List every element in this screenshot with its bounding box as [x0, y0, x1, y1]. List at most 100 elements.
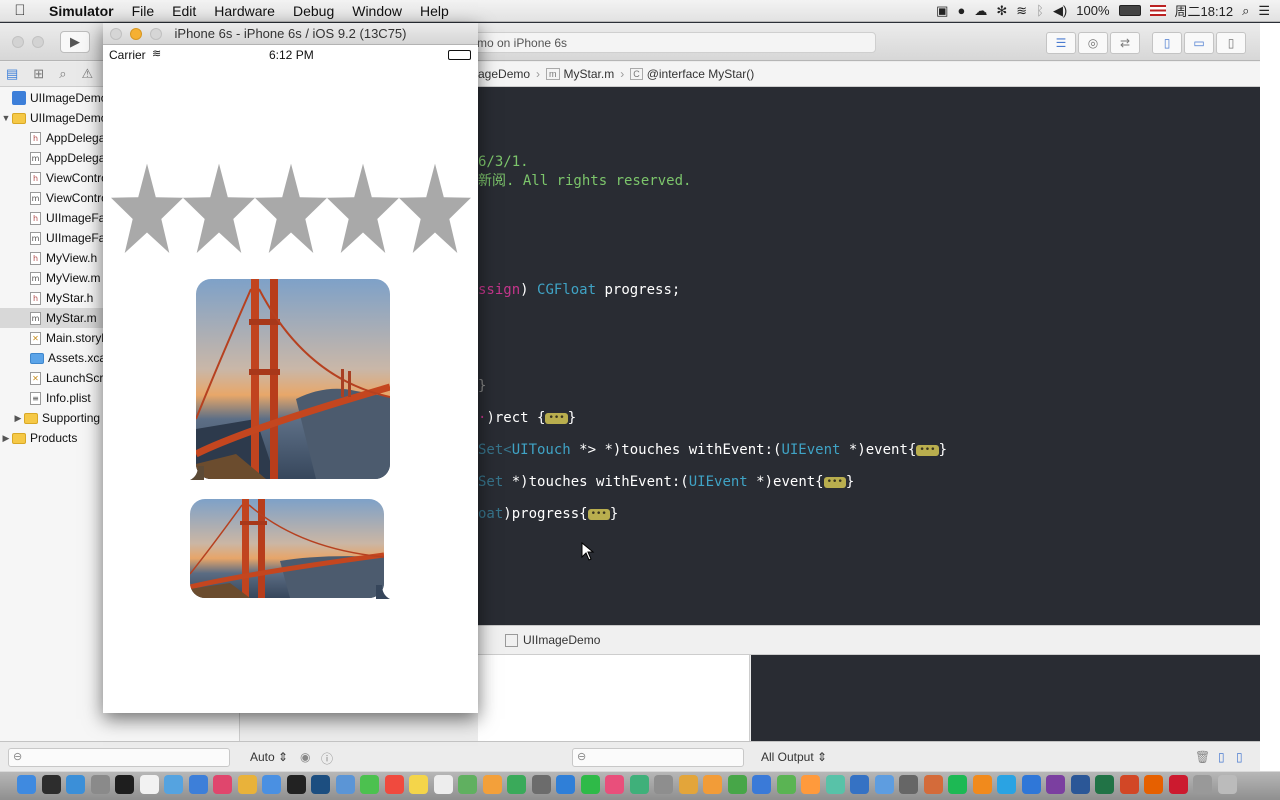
toggle-navigator-button[interactable]: ▯ [1152, 32, 1182, 54]
zoom-window-button[interactable] [150, 28, 162, 40]
split-left-icon[interactable]: ▯ [1218, 750, 1225, 764]
menu-debug[interactable]: Debug [284, 3, 343, 19]
trash-icon[interactable]: 🗑 [1195, 750, 1210, 764]
calculator-icon[interactable] [1193, 775, 1212, 794]
console-output-select[interactable]: All Output ⇕ [761, 750, 827, 764]
standard-editor-button[interactable]: ☰ [1046, 32, 1076, 54]
wechat-icon[interactable] [580, 775, 600, 794]
toggle-debug-area-button[interactable]: ▭ [1184, 32, 1214, 54]
toggle-utilities-button[interactable]: ▯ [1216, 32, 1246, 54]
dropbox-icon[interactable] [1021, 775, 1041, 794]
project-navigator-icon[interactable]: ▤ [6, 66, 18, 82]
sketch-icon[interactable] [678, 775, 698, 794]
appstore-icon[interactable] [188, 775, 208, 794]
sourcetree-icon[interactable] [850, 775, 869, 794]
menu-clock[interactable]: 周二18:12 [1175, 1, 1234, 20]
messages-icon[interactable] [360, 775, 379, 794]
star-icon[interactable] [111, 163, 184, 253]
battery-icon[interactable] [1118, 5, 1141, 16]
sublime-icon[interactable] [801, 775, 820, 794]
excel-icon[interactable] [1095, 775, 1114, 794]
close-window-button[interactable] [110, 28, 122, 40]
split-right-icon[interactable]: ▯ [1236, 750, 1243, 764]
spotlight-icon[interactable]: ⌕ [1242, 3, 1249, 19]
music-icon[interactable] [605, 775, 624, 794]
spotify-icon[interactable] [948, 775, 967, 794]
notification-center-icon[interactable]: ☰ [1258, 3, 1270, 19]
menu-window[interactable]: Window [343, 3, 411, 19]
star-icon[interactable] [182, 163, 256, 253]
notes-icon[interactable] [409, 775, 428, 794]
numbers-icon[interactable] [727, 775, 747, 794]
terminal-icon[interactable] [115, 775, 134, 794]
chrome-icon[interactable] [237, 775, 257, 794]
opera-icon[interactable] [1168, 775, 1188, 794]
keynote-icon[interactable] [752, 775, 771, 794]
code-fold-marker[interactable]: ••• [587, 508, 610, 520]
menu-edit[interactable]: Edit [163, 3, 205, 19]
code-fold-marker[interactable]: ••• [916, 444, 939, 456]
eye-icon[interactable]: ◉ [300, 750, 310, 764]
run-button[interactable]: ▶ [60, 31, 90, 53]
onenote-icon[interactable] [1046, 775, 1065, 794]
variables-filter-field[interactable]: ⊖ [572, 748, 744, 767]
menu-hardware[interactable]: Hardware [205, 3, 284, 19]
calendar-icon[interactable] [384, 775, 404, 794]
close-window-button[interactable] [12, 36, 24, 48]
star-rating[interactable] [111, 155, 471, 260]
variables-scope-select[interactable]: Auto ⇕ [250, 750, 288, 764]
evernote-icon[interactable] [776, 775, 796, 794]
find-navigator-icon[interactable]: ⌕ [59, 66, 66, 82]
launchpad-icon[interactable] [41, 775, 61, 794]
code-fold-marker[interactable]: ••• [545, 412, 568, 424]
qq-icon[interactable] [556, 775, 575, 794]
symbol-navigator-icon[interactable]: ⊞ [33, 66, 44, 82]
xcode-icon[interactable] [262, 775, 281, 794]
jump-bar-symbol[interactable]: @interface MyStar() [647, 67, 755, 81]
jump-bar-project[interactable]: ageDemo [478, 67, 530, 81]
dash-icon[interactable] [654, 775, 673, 794]
wechat-status-icon[interactable]: ● [957, 3, 965, 18]
input-source-flag-icon[interactable] [1149, 5, 1166, 16]
variables-view[interactable] [478, 655, 750, 741]
powerpoint-icon[interactable] [1119, 775, 1139, 794]
source-editor[interactable]: 6/3/1. 新阅. All rights reserved. ssign) C… [478, 87, 1260, 625]
console-view[interactable] [751, 655, 1260, 741]
transmit-icon[interactable] [923, 775, 943, 794]
star-icon[interactable] [398, 163, 471, 253]
firefox-icon[interactable] [1144, 775, 1163, 794]
pages-icon[interactable] [703, 775, 722, 794]
instruments-icon[interactable] [531, 775, 551, 794]
facetime-icon[interactable] [507, 775, 526, 794]
menu-help[interactable]: Help [411, 3, 458, 19]
gif-icon[interactable] [629, 775, 649, 794]
mail-icon[interactable] [335, 775, 355, 794]
preview-icon[interactable] [164, 775, 183, 794]
info-icon[interactable]: ⓘ [321, 750, 333, 767]
kaleidoscope-icon[interactable] [899, 775, 918, 794]
minimize-window-button[interactable] [32, 36, 44, 48]
star-icon[interactable] [326, 163, 400, 253]
finder-icon[interactable] [17, 775, 36, 794]
trash-icon[interactable] [1217, 775, 1237, 794]
version-editor-button[interactable]: ⇄ [1110, 32, 1140, 54]
cloud-icon[interactable]: ☁ [974, 3, 987, 19]
menu-simulator[interactable]: Simulator [40, 3, 123, 19]
bluetooth-icon[interactable]: ᛒ [1036, 3, 1044, 18]
disclosure-closed-icon[interactable]: ▶ [12, 413, 24, 424]
code-fold-marker[interactable]: ••• [823, 476, 846, 488]
atom-icon[interactable] [825, 775, 845, 794]
safari-icon[interactable] [66, 775, 85, 794]
photos-icon[interactable] [482, 775, 502, 794]
reminders-icon[interactable] [433, 775, 453, 794]
star-icon[interactable] [254, 163, 328, 253]
volume-icon[interactable]: ◀) [1053, 3, 1067, 19]
screen-capture-icon[interactable]: ▣ [936, 3, 948, 19]
word-icon[interactable] [1070, 775, 1090, 794]
menu-file[interactable]: File [123, 3, 164, 19]
preferences-icon[interactable] [90, 775, 110, 794]
textedit-icon[interactable] [139, 775, 159, 794]
assistant-editor-button[interactable]: ◎ [1078, 32, 1108, 54]
github-icon[interactable] [286, 775, 306, 794]
charles-icon[interactable] [874, 775, 894, 794]
